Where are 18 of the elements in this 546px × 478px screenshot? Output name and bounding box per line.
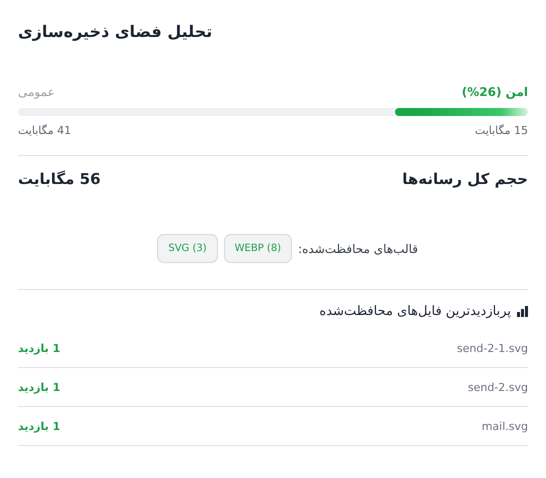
format-tag: SVG (3) <box>157 234 218 263</box>
public-size: 41 مگابایت <box>18 124 72 137</box>
visit-count: 1 بازدید <box>18 420 60 432</box>
file-name: send-2-1.svg <box>456 342 528 354</box>
visit-count: 1 بازدید <box>18 380 60 394</box>
section-heading: پربازدیدترین فایل‌های محافظت‌شده <box>319 304 511 319</box>
file-name: send-2.svg <box>468 380 528 394</box>
visit-count: 1 بازدید <box>18 342 60 354</box>
total-label: حجم کل رسانه‌ها <box>402 170 528 188</box>
public-label: عمومی <box>18 85 55 99</box>
formats-label: قالب‌های محافظت‌شده: <box>298 242 418 256</box>
file-name: mail.svg <box>482 420 528 432</box>
safe-size: 15 مگابایت <box>474 124 528 137</box>
format-tag: WEBP (8) <box>224 234 292 263</box>
safe-label: امن (26%) <box>462 85 528 99</box>
bar-chart-icon <box>517 306 528 317</box>
total-value: 56 مگابایت <box>18 170 101 188</box>
page-title: تحلیل فضای ذخیره‌سازی <box>18 22 214 41</box>
